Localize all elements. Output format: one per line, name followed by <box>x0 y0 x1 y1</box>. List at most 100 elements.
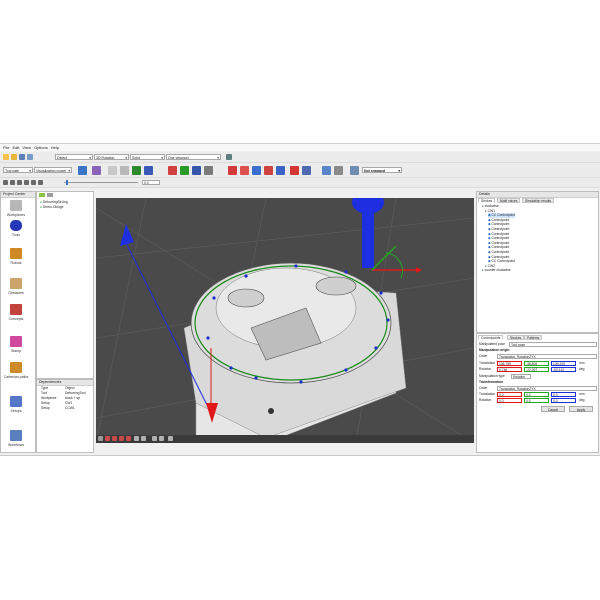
viewport-layout-select[interactable]: One viewport <box>166 154 221 160</box>
tab-strokes-props[interactable]: Strokes <box>507 335 525 340</box>
green-tool-icon[interactable] <box>180 166 189 175</box>
visualization-select[interactable]: Visualization model <box>34 167 72 173</box>
blue-path-icon[interactable] <box>144 166 153 175</box>
save-as-icon[interactable] <box>27 154 33 160</box>
translation2-x-field[interactable]: 0,0 <box>497 392 522 397</box>
zoom-fit-icon[interactable] <box>98 436 103 441</box>
path-tool-icon[interactable] <box>78 166 87 175</box>
motion-tool-icon[interactable] <box>92 166 101 175</box>
rotation2-x-field[interactable]: 0,0 <box>497 398 522 403</box>
order-select[interactable]: Translation, RotationZYX <box>497 354 597 359</box>
tree-node-label: Controlpoint <box>491 245 510 250</box>
nav-workflows[interactable]: Workflows <box>1 430 31 447</box>
translation-x-field[interactable]: 106,759 <box>497 361 522 366</box>
nav-obstacles[interactable]: Obstacles <box>1 278 31 295</box>
add-icon[interactable] <box>39 193 45 197</box>
menu-options[interactable]: Options <box>34 144 48 151</box>
translation2-y-field[interactable]: 0,0 <box>524 392 549 397</box>
nav-cartesian-paths[interactable]: Cartesian paths <box>1 362 31 379</box>
mark-red-icon[interactable] <box>264 166 273 175</box>
grid-icon[interactable] <box>334 166 343 175</box>
simulation-slider[interactable] <box>64 182 138 183</box>
menu-help[interactable]: Help <box>51 144 59 151</box>
gizmo-y-axis <box>371 245 397 271</box>
toolpath-select[interactable]: Tool path <box>3 167 33 173</box>
rewind-icon[interactable] <box>3 180 8 185</box>
nav-robots[interactable]: Robots <box>1 248 31 265</box>
step-back-icon[interactable] <box>10 180 15 185</box>
step-forward-icon[interactable] <box>31 180 36 185</box>
cube-view-icon[interactable] <box>108 166 117 175</box>
measure-icon[interactable] <box>252 166 261 175</box>
apply-button[interactable]: Apply <box>569 406 593 412</box>
view-persp-icon[interactable] <box>141 436 146 441</box>
tab-motif-voices[interactable]: Motif voices <box>497 198 521 203</box>
nav-concepts[interactable]: Concepts <box>1 304 31 321</box>
manip-pose-select[interactable]: Tool pose <box>509 342 597 347</box>
project-center-title: Project Center <box>1 192 35 198</box>
robot-red-icon[interactable] <box>290 166 299 175</box>
view-extra-icon[interactable] <box>152 436 157 441</box>
view-side-icon[interactable] <box>119 436 124 441</box>
cut-red2-icon[interactable] <box>240 166 249 175</box>
split-view-icon[interactable] <box>226 154 232 160</box>
robot-icon <box>10 248 22 259</box>
tab-strokes[interactable]: Strokes <box>478 198 496 203</box>
rotation2-z-field[interactable]: 0,0 <box>551 398 576 403</box>
rotation-z-field[interactable]: -63,410 <box>551 367 576 372</box>
fast-forward-icon[interactable] <box>38 180 43 185</box>
remove-icon[interactable] <box>47 193 53 197</box>
view-front-icon[interactable] <box>105 436 110 441</box>
red-tool-icon[interactable] <box>168 166 177 175</box>
mark-blue-icon[interactable] <box>276 166 285 175</box>
rotation-select[interactable]: 3D Rotation <box>94 154 129 160</box>
slider-handle[interactable] <box>66 180 68 185</box>
tab-patterns[interactable]: Patterns <box>524 335 543 340</box>
toolbar-row-2: Tool path Visualization model Not snappe… <box>0 163 600 178</box>
tab-controlpoints[interactable]: Controlpoints <box>478 335 504 340</box>
snap-icon[interactable] <box>350 166 359 175</box>
nav-workpieces[interactable]: Workpieces <box>1 200 31 217</box>
new-file-icon[interactable] <box>3 154 9 160</box>
view-top-icon[interactable] <box>126 436 131 441</box>
translation-y-field[interactable]: -38,806 <box>524 361 549 366</box>
menu-edit[interactable]: Edit <box>12 144 19 151</box>
rotation-y-field[interactable]: -22,397 <box>524 367 549 372</box>
manip-type-select[interactable]: Relative <box>511 374 531 379</box>
cancel-button[interactable]: Cancel <box>541 406 565 412</box>
translation2-z-field[interactable]: 0,0 <box>551 392 576 397</box>
view-extra3-icon[interactable] <box>168 436 173 441</box>
translation-z-field[interactable]: 139,209 <box>551 361 576 366</box>
view-iso-icon[interactable] <box>134 436 139 441</box>
tab-simulation-results[interactable]: Simulation results <box>522 198 555 203</box>
order2-select[interactable]: Translation, RotationZYX <box>497 386 597 391</box>
cut-red-icon[interactable] <box>228 166 237 175</box>
tree-item[interactable]: ● Demo-Oktoge <box>40 205 63 210</box>
nav-setups[interactable]: Setups <box>1 396 31 413</box>
render-mode-select[interactable]: Solid <box>130 154 165 160</box>
rotation2-y-field[interactable]: 0,0 <box>524 398 549 403</box>
green-path-icon[interactable] <box>132 166 141 175</box>
strokes-tree-item[interactable]: ▸ counter clockwise <box>482 268 511 273</box>
open-folder-icon[interactable] <box>11 154 17 160</box>
view-back-icon[interactable] <box>112 436 117 441</box>
blue-tool-icon[interactable] <box>192 166 201 175</box>
object-select[interactable]: Object <box>55 154 93 160</box>
nav-stamp[interactable]: Stamp <box>1 336 31 353</box>
cube-front-icon[interactable] <box>120 166 129 175</box>
nav-tools[interactable]: Tools <box>1 220 31 237</box>
view-extra2-icon[interactable] <box>159 436 164 441</box>
cylinder-icon[interactable] <box>204 166 213 175</box>
3d-viewport[interactable] <box>96 198 474 443</box>
rotation-x-field[interactable]: 0,746 <box>497 367 522 372</box>
save-icon[interactable] <box>19 154 25 160</box>
play-icon[interactable] <box>17 180 22 185</box>
slider-value-field[interactable]: 0.0 <box>142 180 160 185</box>
robot-blue-icon[interactable] <box>302 166 311 175</box>
magnet-icon[interactable] <box>322 166 331 175</box>
snap-select[interactable]: Not snapped <box>362 167 402 173</box>
menu-view[interactable]: View <box>22 144 31 151</box>
stop-icon[interactable] <box>24 180 29 185</box>
menu-bar: File Edit View Options Help <box>0 144 600 151</box>
menu-file[interactable]: File <box>3 144 9 151</box>
